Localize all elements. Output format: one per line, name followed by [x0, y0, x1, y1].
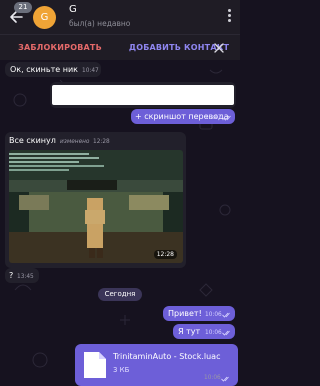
image-time-pill: 12:28 [153, 250, 177, 259]
message-text: ? [9, 271, 14, 280]
message-bubble-outgoing-file[interactable]: TrinitaminAuto - Stock.luac 3 КБ 10:06 [75, 344, 238, 386]
message-time: 10:06 [204, 375, 221, 381]
message-text: Все скинул [9, 136, 56, 145]
contact-status: был(а) недавно [69, 19, 131, 28]
message-bubble-incoming[interactable]: ? 13:45 [5, 268, 39, 283]
read-double-check-icon [221, 376, 229, 382]
game-screenshot-image[interactable]: 12:28 [9, 150, 183, 263]
read-double-check-icon [222, 312, 230, 318]
message-time: 10:06 [205, 330, 222, 336]
message-time: 10:47 [82, 68, 99, 74]
message-bubble-outgoing[interactable]: Привет! 10:06 [163, 306, 235, 321]
date-separator: Сегодня [98, 288, 142, 301]
message-time: 12:28 [93, 139, 110, 145]
message-bubble-incoming[interactable]: Ок, скиньте ник 10:47 [5, 62, 101, 77]
file-size: 3 КБ [113, 366, 130, 374]
edited-label: изменено [60, 139, 90, 145]
contact-name[interactable]: G [69, 4, 77, 15]
file-name: TrinitaminAuto - Stock.luac [113, 352, 221, 361]
unread-count-badge: 21 [14, 2, 32, 13]
message-text: Ок, скиньте ник [10, 65, 78, 74]
read-double-check-icon [222, 330, 230, 336]
file-document-icon[interactable] [82, 350, 108, 380]
new-contact-action-bar: ЗАБЛОКИРОВАТЬ ДОБАВИТЬ КОНТАКТ [0, 34, 240, 60]
message-text: Я тут [178, 327, 201, 336]
more-menu-icon[interactable] [226, 7, 232, 27]
avatar[interactable]: G [33, 6, 56, 29]
message-list[interactable]: Ок, скиньте ник 10:47 + скриншот перевод… [0, 60, 240, 386]
message-time: 10:47 [205, 115, 222, 121]
message-bubble-incoming-media[interactable]: Все скинул изменено 12:28 12:28 [5, 132, 186, 268]
chat-header: 21 G G был(а) недавно [0, 0, 240, 34]
message-bubble-outgoing[interactable]: + скриншот перевода 10:47 [131, 109, 235, 124]
block-button[interactable]: ЗАБЛОКИРОВАТЬ [0, 35, 120, 61]
redacted-message-content [52, 85, 234, 105]
message-time: 10:06 [205, 312, 222, 318]
read-double-check-icon [223, 115, 231, 121]
close-icon[interactable] [214, 43, 224, 53]
message-bubble-outgoing[interactable]: Я тут 10:06 [173, 324, 235, 339]
message-text: Привет! [168, 309, 202, 318]
message-time: 13:45 [17, 274, 34, 280]
